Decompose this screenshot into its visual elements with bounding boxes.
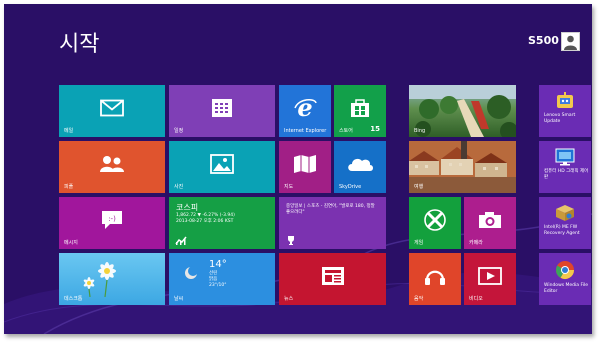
tile-label: 컴퓨터 HD 그래픽 제어판 xyxy=(544,169,589,180)
user-avatar-icon[interactable] xyxy=(561,32,580,51)
tile-travel[interactable]: 여행 xyxy=(409,141,516,193)
tile-maps[interactable]: 지도 xyxy=(279,141,331,193)
svg-text::-): :-) xyxy=(108,215,116,223)
tile-label: 지도 xyxy=(284,184,294,190)
tile-label: 사진 xyxy=(174,184,184,190)
tile-label: Intel(R) ME FW Recovery Agent xyxy=(544,225,580,236)
tile-internet-explorer[interactable]: e Internet Explorer xyxy=(279,85,331,137)
tile-label: Windows Media File Editor xyxy=(544,283,588,294)
mail-icon xyxy=(100,99,124,117)
people-icon xyxy=(100,155,124,172)
tile-label: 뉴스 xyxy=(284,296,294,302)
tile-messaging[interactable]: :-) 메시지 xyxy=(59,197,165,249)
store-badge: 15 xyxy=(370,125,380,133)
tile-video[interactable]: 비디오 xyxy=(464,253,516,305)
cloud-icon xyxy=(348,158,373,171)
xbox-games-icon xyxy=(424,209,446,231)
tile-calendar[interactable]: 일정 xyxy=(169,85,275,137)
tile-label: 일정 xyxy=(174,128,184,134)
weather-temperature: 14° xyxy=(209,259,227,270)
tile-label: 스토어 xyxy=(339,128,353,134)
tile-lenovo-smart-update[interactable]: Lenovo Smart Update xyxy=(539,85,591,137)
finance-timestamp: 2013-08-27 오후 2:06 KST xyxy=(176,219,234,224)
tile-label: Internet Explorer xyxy=(284,128,327,134)
tile-intel-recovery[interactable]: Intel(R) ME FW Recovery Agent xyxy=(539,197,591,249)
calendar-icon xyxy=(212,98,232,117)
tile-label: 비디오 xyxy=(469,296,483,302)
tile-desktop[interactable]: 데스크톱 xyxy=(59,253,165,305)
tile-skydrive[interactable]: SkyDrive xyxy=(334,141,386,193)
tile-sports[interactable]: 중앙일보 | 스포츠 - 김연아, "발로로 180, 정말 좋으려다" xyxy=(279,197,386,249)
tile-label: 음악 xyxy=(414,296,424,302)
tile-weather[interactable]: 14° 선린 맑음 23°/10° 날씨 xyxy=(169,253,275,305)
user-name[interactable]: S500 xyxy=(528,34,559,47)
travel-photo-image xyxy=(409,141,516,193)
tile-windows-media-file-editor[interactable]: Windows Media File Editor xyxy=(539,253,591,305)
news-icon xyxy=(321,266,344,285)
tile-games[interactable]: 게임 xyxy=(409,197,461,249)
weather-icon xyxy=(185,266,198,279)
tile-label: 날씨 xyxy=(174,296,184,302)
tile-finance[interactable]: 코스피 1,862.72 ▼ -6.27% (-3.94) 2013-08-27… xyxy=(169,197,275,249)
tile-hd-graphics[interactable]: 컴퓨터 HD 그래픽 제어판 xyxy=(539,141,591,193)
tile-camera[interactable]: 카메라 xyxy=(464,197,516,249)
desktop-wallpaper-flower xyxy=(83,262,116,297)
tile-label: 게임 xyxy=(414,240,424,246)
tile-people[interactable]: 피플 xyxy=(59,141,165,193)
start-title: 시작 xyxy=(59,32,100,57)
tile-news[interactable]: 뉴스 xyxy=(279,253,386,305)
tile-music[interactable]: 음악 xyxy=(409,253,461,305)
tile-label: Bing xyxy=(414,128,426,134)
tile-label: 데스크톱 xyxy=(64,296,83,302)
headphones-icon xyxy=(425,270,445,285)
video-icon xyxy=(478,266,502,285)
messaging-icon: :-) xyxy=(102,210,122,229)
tile-label: SkyDrive xyxy=(339,184,362,190)
sports-headline: 중앙일보 | 스포츠 - 김연아, "발로로 180, 정말 좋으려다" xyxy=(286,204,375,215)
photos-icon xyxy=(210,153,234,174)
box-icon xyxy=(556,205,574,221)
tile-label: 카메라 xyxy=(469,240,483,246)
tile-label: 메시지 xyxy=(64,240,78,246)
tile-label: Lenovo Smart Update xyxy=(544,113,576,124)
trophy-icon xyxy=(288,236,294,245)
monitor-icon xyxy=(555,148,575,166)
tile-label: 메일 xyxy=(64,128,74,134)
tile-label: 피플 xyxy=(64,184,74,190)
tile-mail[interactable]: 메일 xyxy=(59,85,165,137)
tile-photos[interactable]: 사진 xyxy=(169,141,275,193)
chart-icon xyxy=(175,236,187,245)
start-screen: 시작 S500 메일 일정 e Internet Explorer 스토어 15… xyxy=(4,4,592,334)
store-icon xyxy=(351,99,369,117)
internet-explorer-icon: e xyxy=(294,96,317,120)
maps-icon xyxy=(294,154,316,173)
finance-title: 코스피 xyxy=(176,203,199,212)
tile-bing[interactable]: Bing xyxy=(409,85,516,137)
tile-store[interactable]: 스토어 15 xyxy=(334,85,386,137)
chrome-icon xyxy=(556,261,574,280)
weather-range: 23°/10° xyxy=(209,283,227,288)
robot-icon xyxy=(557,92,573,108)
camera-icon xyxy=(479,211,501,228)
tile-label: 여행 xyxy=(414,184,424,190)
